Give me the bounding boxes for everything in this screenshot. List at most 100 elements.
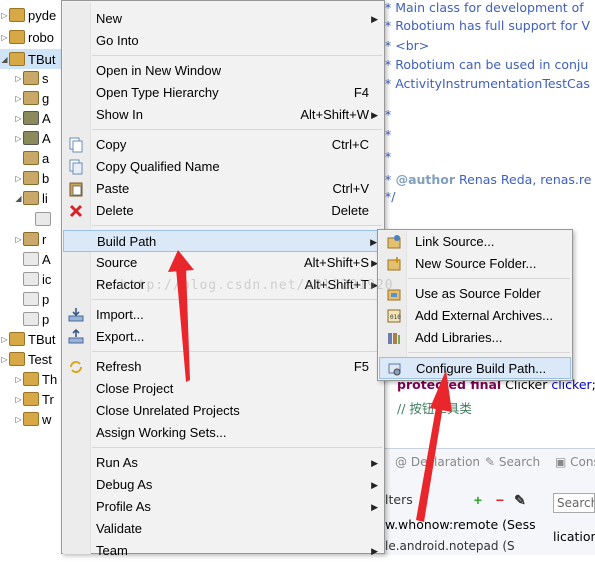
- explorer-item[interactable]: ▷ A: [0, 108, 62, 128]
- expand-toggle-icon[interactable]: ▷: [14, 114, 23, 123]
- expand-toggle-icon[interactable]: ▷: [0, 33, 9, 42]
- javadoc-line: * ActivityInstrumentationTestCas: [385, 76, 590, 91]
- javadoc-star: */: [385, 189, 396, 204]
- tab-console[interactable]: ▣ Cons: [555, 455, 595, 469]
- device-list-item-2[interactable]: le.android.notepad (S: [385, 539, 535, 555]
- explorer-item[interactable]: A: [0, 249, 62, 269]
- menu-item-label: Refresh: [96, 359, 142, 374]
- menu-item-profile-as[interactable]: Profile As ▶: [63, 496, 383, 518]
- explorer-item[interactable]: ▷ Th: [0, 369, 62, 389]
- javadoc-line: * Robotium can be used in conju: [385, 57, 588, 72]
- submenu-item-use-as-source-folder[interactable]: Use as Source Folder: [379, 283, 571, 305]
- menu-item-source[interactable]: Source Alt+Shift+S ▶: [63, 252, 383, 274]
- menu-item-show-in[interactable]: Show In Alt+Shift+W ▶: [63, 104, 383, 126]
- add-filter-button[interactable]: +: [471, 493, 485, 507]
- explorer-item[interactable]: ▷ s: [0, 68, 62, 88]
- menu-item-delete[interactable]: Delete Delete: [63, 200, 383, 222]
- menu-item-label: Export...: [96, 329, 145, 344]
- expand-toggle-icon[interactable]: ▷: [14, 375, 23, 384]
- explorer-item[interactable]: p: [0, 289, 62, 309]
- explorer-item[interactable]: ▷ A: [0, 128, 62, 148]
- menu-item-assign-working-sets[interactable]: Assign Working Sets...: [63, 422, 383, 444]
- submenu-item-configure-build-path[interactable]: Configure Build Path...: [379, 357, 571, 379]
- submenu-item-add-external-archives[interactable]: 010 Add External Archives...: [379, 305, 571, 327]
- submenu-item-label: Add Libraries...: [415, 330, 503, 345]
- submenu-item-new-source-folder[interactable]: New Source Folder...: [379, 253, 571, 275]
- expand-toggle-icon[interactable]: ▷: [14, 134, 23, 143]
- explorer-item[interactable]: [0, 209, 62, 229]
- tab-search[interactable]: ✎ Search: [485, 455, 540, 469]
- javadoc-line: *: [385, 149, 391, 164]
- menu-item-build-path[interactable]: Build Path ▶: [63, 230, 383, 252]
- explorer-item[interactable]: ▷ robo: [0, 27, 62, 47]
- device-list-item[interactable]: w.whonow:remote (Sess: [385, 517, 535, 537]
- remove-filter-button[interactable]: −: [493, 493, 507, 507]
- menu-item-label: Team: [96, 543, 128, 558]
- submenu-arrow-icon: ▶: [371, 546, 378, 556]
- menu-item-import[interactable]: Import...: [63, 304, 383, 326]
- tab-search-label: Search: [498, 455, 541, 469]
- menu-item-open-type-hierarchy[interactable]: Open Type Hierarchy F4: [63, 82, 383, 104]
- menu-item-copy[interactable]: Copy Ctrl+C: [63, 134, 383, 156]
- explorer-item-label: A: [42, 130, 51, 146]
- file-icon: [23, 312, 39, 326]
- menu-item-label: Open in New Window: [96, 63, 221, 78]
- expand-toggle-icon[interactable]: ▷: [14, 94, 23, 103]
- explorer-item[interactable]: ▷ TBut: [0, 329, 62, 349]
- menu-item-shortcut: Delete: [331, 203, 369, 218]
- javadoc-text: Renas Reda, renas.re: [455, 172, 592, 187]
- javadoc-text: Main class for development of: [391, 0, 584, 15]
- expand-toggle-icon[interactable]: ▷: [0, 335, 9, 344]
- explorer-item[interactable]: p: [0, 309, 62, 329]
- copy-icon: [68, 137, 84, 153]
- submenu-item-add-libraries[interactable]: Add Libraries...: [379, 327, 571, 349]
- expand-toggle-icon[interactable]: ▷: [14, 395, 23, 404]
- explorer-item[interactable]: ◢ li: [0, 188, 62, 208]
- watermark: http://blog.csdn.net/u0l2291920: [120, 278, 394, 293]
- expand-toggle-icon[interactable]: ▷: [14, 174, 23, 183]
- menu-item-team[interactable]: Team ▶: [63, 540, 383, 562]
- expand-toggle-icon[interactable]: ▷: [0, 11, 9, 20]
- explorer-item[interactable]: ◢ TBut: [0, 49, 62, 69]
- menu-item-shortcut: Alt+Shift+W: [300, 107, 369, 122]
- submenu-separator: [408, 352, 570, 353]
- explorer-item[interactable]: ▷ r: [0, 229, 62, 249]
- menu-item-go-into[interactable]: Go Into: [63, 30, 383, 52]
- menu-item-run-as[interactable]: Run As ▶: [63, 452, 383, 474]
- menu-item-copy-qualified-name[interactable]: Copy Qualified Name: [63, 156, 383, 178]
- explorer-item[interactable]: ▷ g: [0, 88, 62, 108]
- menu-item-open-in-new-window[interactable]: Open in New Window: [63, 60, 383, 82]
- tab-declaration[interactable]: @ Declaration: [395, 455, 480, 469]
- menu-item-export[interactable]: Export...: [63, 326, 383, 348]
- search-input[interactable]: Search: [553, 493, 595, 513]
- menu-item-new[interactable]: New ▶: [63, 8, 383, 30]
- search-view-icon: ✎: [485, 455, 499, 469]
- menu-item-validate[interactable]: Validate: [63, 518, 383, 540]
- expand-toggle-icon[interactable]: ▷: [14, 235, 23, 244]
- paste-icon: [68, 181, 84, 197]
- expand-toggle-icon[interactable]: ◢: [0, 55, 9, 64]
- menu-item-label: Build Path: [97, 234, 157, 249]
- menu-item-label: Validate: [96, 521, 143, 536]
- submenu-arrow-icon: ▶: [371, 502, 378, 512]
- explorer-item[interactable]: a: [0, 148, 62, 168]
- explorer-item[interactable]: ▷ b: [0, 168, 62, 188]
- explorer-item[interactable]: ic: [0, 269, 62, 289]
- menu-item-paste[interactable]: Paste Ctrl+V: [63, 178, 383, 200]
- explorer-item[interactable]: ▷ pyde: [0, 5, 62, 25]
- explorer-item[interactable]: ▷ Test: [0, 349, 62, 369]
- pkg-icon: [23, 171, 39, 185]
- expand-toggle-icon[interactable]: ▷: [14, 74, 23, 83]
- expand-toggle-icon[interactable]: ▷: [14, 415, 23, 424]
- submenu-item-link-source[interactable]: Link Source...: [379, 231, 571, 253]
- menu-item-label: Close Unrelated Projects: [96, 403, 240, 418]
- explorer-item[interactable]: ▷ w: [0, 409, 62, 429]
- menu-item-refresh[interactable]: Refresh F5: [63, 356, 383, 378]
- expand-toggle-icon[interactable]: ▷: [0, 355, 9, 364]
- menu-item-close-project[interactable]: Close Project: [63, 378, 383, 400]
- menu-item-close-unrelated-projects[interactable]: Close Unrelated Projects: [63, 400, 383, 422]
- edit-filter-button[interactable]: ✎: [513, 493, 527, 507]
- expand-toggle-icon[interactable]: ◢: [14, 194, 23, 203]
- menu-item-debug-as[interactable]: Debug As ▶: [63, 474, 383, 496]
- explorer-item[interactable]: ▷ Tr: [0, 389, 62, 409]
